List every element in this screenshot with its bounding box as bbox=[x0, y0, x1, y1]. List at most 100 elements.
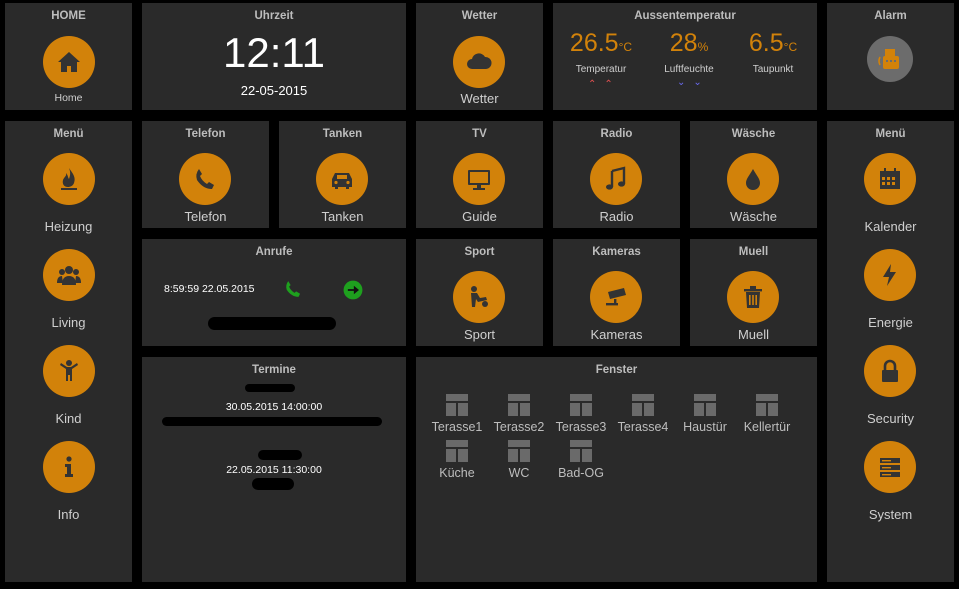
car-icon bbox=[332, 173, 352, 189]
weather-label: Wetter bbox=[460, 91, 499, 106]
appointments-tile: Termine 30.05.2015 14:00:00 22.05.2015 1… bbox=[142, 357, 406, 582]
window-item[interactable]: Bad-OG bbox=[550, 440, 612, 480]
tile-title: Menü bbox=[53, 128, 84, 140]
monitor-icon bbox=[468, 170, 490, 190]
redacted-text bbox=[162, 417, 382, 426]
redacted-caller bbox=[208, 317, 336, 330]
calls-tile: Anrufe 8:59:59 22.05.2015 bbox=[142, 239, 406, 346]
security-label: Security bbox=[867, 411, 914, 426]
window-icon bbox=[570, 440, 592, 462]
tile-title: Muell bbox=[738, 246, 769, 258]
window-icon bbox=[570, 394, 592, 416]
heizung-label: Heizung bbox=[44, 219, 93, 234]
outside-temperature-tile: Aussentemperatur 26.5°C Temperatur ⌃⌃ 28… bbox=[553, 3, 817, 110]
right-menu-tile: Menü Kalender Energie Security System bbox=[827, 121, 954, 582]
redacted-text bbox=[245, 384, 295, 392]
fuel-button[interactable] bbox=[316, 153, 368, 205]
laundry-label: Wäsche bbox=[730, 209, 777, 224]
forward-arrow-icon[interactable] bbox=[341, 278, 365, 302]
tile-title: HOME bbox=[51, 10, 86, 22]
fuel-tile: Tanken Tanken bbox=[279, 121, 406, 228]
redacted-text bbox=[258, 450, 302, 460]
tile-title: TV bbox=[472, 128, 487, 140]
appointment-datetime: 30.05.2015 14:00:00 bbox=[225, 401, 323, 413]
window-item[interactable]: WC bbox=[488, 440, 550, 480]
temperature-label: Temperatur bbox=[575, 64, 627, 75]
tile-title: Tanken bbox=[322, 128, 363, 140]
system-label: System bbox=[868, 507, 913, 522]
clock-date: 22-05-2015 bbox=[240, 83, 308, 98]
home-button[interactable] bbox=[43, 36, 95, 88]
humidity-label: Luftfeuchte bbox=[664, 64, 714, 75]
dewpoint-value: 6.5°C bbox=[748, 29, 798, 57]
kalender-label: Kalender bbox=[864, 219, 917, 234]
people-icon bbox=[57, 266, 81, 285]
energie-button[interactable] bbox=[864, 249, 916, 301]
sport-button[interactable] bbox=[453, 271, 505, 323]
info-button[interactable] bbox=[43, 441, 95, 493]
alarm-button[interactable] bbox=[867, 36, 913, 82]
kind-label: Kind bbox=[55, 411, 82, 426]
home-tile: HOME Home bbox=[5, 3, 132, 110]
window-icon bbox=[632, 394, 654, 416]
flame-icon bbox=[61, 168, 77, 190]
weather-button[interactable] bbox=[453, 36, 505, 88]
child-icon bbox=[60, 360, 78, 381]
window-item[interactable]: Küche bbox=[426, 440, 488, 480]
living-button[interactable] bbox=[43, 249, 95, 301]
window-icon bbox=[446, 394, 468, 416]
weather-tile: Wetter Wetter bbox=[416, 3, 543, 110]
cameras-button[interactable] bbox=[590, 271, 642, 323]
window-item[interactable]: Terasse1 bbox=[426, 394, 488, 434]
security-camera-icon bbox=[606, 288, 626, 306]
sport-label: Sport bbox=[463, 327, 496, 342]
tile-title: Aussentemperatur bbox=[634, 10, 736, 22]
phone-icon bbox=[196, 169, 214, 189]
temperature-value: 26.5°C bbox=[569, 29, 633, 57]
window-icon bbox=[446, 440, 468, 462]
window-item[interactable]: Terasse4 bbox=[612, 394, 674, 434]
trash-button[interactable] bbox=[727, 271, 779, 323]
laundry-button[interactable] bbox=[727, 153, 779, 205]
window-icon bbox=[508, 440, 530, 462]
phone-tile: Telefon Telefon bbox=[142, 121, 269, 228]
heizung-button[interactable] bbox=[43, 153, 95, 205]
trash-icon bbox=[744, 286, 762, 308]
cameras-label: Kameras bbox=[590, 327, 643, 342]
redacted-text bbox=[252, 478, 294, 490]
calendar-icon bbox=[880, 168, 900, 189]
lock-icon bbox=[882, 359, 898, 382]
tv-tile: TV Guide bbox=[416, 121, 543, 228]
window-item[interactable]: Haustür bbox=[674, 394, 736, 434]
tile-title: Telefon bbox=[185, 128, 226, 140]
windows-tile: Fenster Terasse1 Terasse2 Terasse3 Teras… bbox=[416, 357, 817, 582]
clock-time: 12:11 bbox=[223, 29, 325, 76]
tile-title: Termine bbox=[252, 364, 296, 376]
phone-call-icon[interactable] bbox=[282, 278, 304, 300]
living-label: Living bbox=[51, 315, 86, 330]
radio-button[interactable] bbox=[590, 153, 642, 205]
window-icon bbox=[694, 394, 716, 416]
sport-tile: Sport Sport bbox=[416, 239, 543, 346]
radio-label: Radio bbox=[599, 209, 634, 224]
tile-title: Fenster bbox=[595, 364, 638, 376]
window-item[interactable]: Terasse3 bbox=[550, 394, 612, 434]
tv-button[interactable] bbox=[453, 153, 505, 205]
window-item[interactable]: Terasse2 bbox=[488, 394, 550, 434]
phone-button[interactable] bbox=[179, 153, 231, 205]
security-button[interactable] bbox=[864, 345, 916, 397]
kalender-button[interactable] bbox=[864, 153, 916, 205]
appointment-datetime: 22.05.2015 11:30:00 bbox=[226, 464, 322, 476]
system-button[interactable] bbox=[864, 441, 916, 493]
water-drop-icon bbox=[746, 169, 760, 190]
alarm-tile: Alarm bbox=[827, 3, 954, 110]
home-label: Home bbox=[54, 92, 83, 104]
sport-icon bbox=[471, 286, 488, 307]
window-item[interactable]: Kellertür bbox=[736, 394, 798, 434]
energie-label: Energie bbox=[868, 315, 913, 330]
trash-label: Muell bbox=[737, 327, 770, 342]
dewpoint-label: Taupunkt bbox=[752, 64, 794, 75]
tile-title: Anrufe bbox=[255, 246, 293, 258]
tile-title: Kameras bbox=[592, 246, 641, 258]
kind-button[interactable] bbox=[43, 345, 95, 397]
